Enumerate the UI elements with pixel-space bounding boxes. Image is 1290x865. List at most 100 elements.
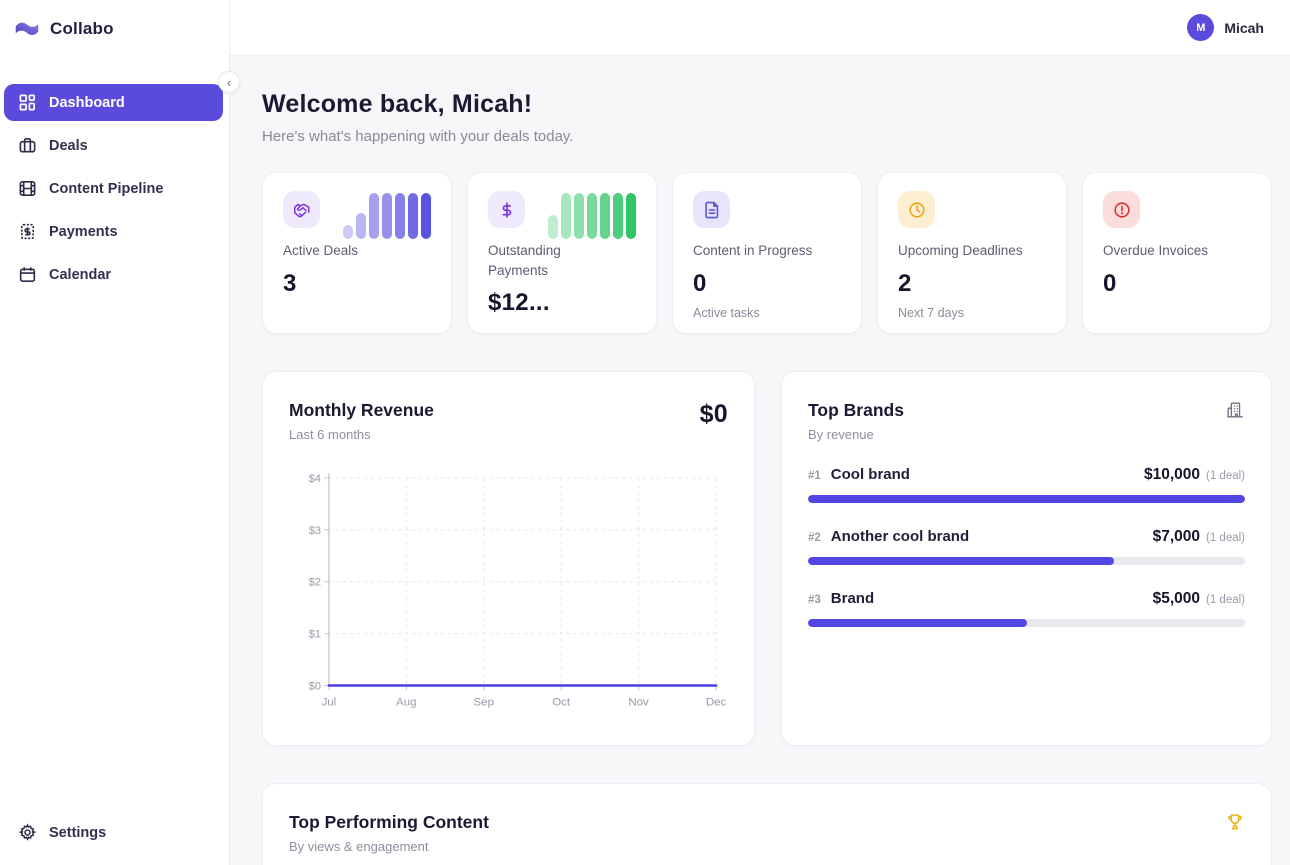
sidebar-item-label: Payments — [49, 224, 118, 240]
brand-name: Brand — [831, 590, 874, 607]
brand-rank: #3 — [808, 594, 821, 606]
sidebar-item-calendar[interactable]: Calendar — [4, 256, 223, 293]
svg-text:$1: $1 — [309, 629, 321, 641]
stat-card-active-deals: Active Deals 3 — [262, 172, 452, 334]
sidebar-item-label: Calendar — [49, 267, 111, 283]
top-brands-list: #1 Cool brand $10,000 (1 deal) — [808, 466, 1245, 627]
sidebar-item-settings[interactable]: Settings — [4, 814, 223, 851]
stat-value: $12... — [488, 289, 636, 317]
top-brands-card: Top Brands By revenue — [781, 371, 1272, 746]
dashboard-content: Welcome back, Micah! Here's what's happe… — [230, 56, 1290, 865]
brand-logo: Collabo — [0, 0, 229, 56]
main-area: M Micah Welcome back, Micah! Here's what… — [230, 0, 1290, 865]
sidebar-collapse-button[interactable]: ‹ — [218, 71, 240, 93]
user-name[interactable]: Micah — [1224, 20, 1264, 36]
brand-value: $7,000 — [1153, 528, 1200, 546]
calendar-icon — [18, 265, 37, 284]
active-deals-sparkline — [343, 193, 431, 239]
sidebar-footer: Settings — [0, 814, 229, 865]
brand-value: $5,000 — [1153, 590, 1200, 608]
svg-text:$2: $2 — [309, 577, 321, 589]
building-icon — [1225, 400, 1245, 425]
brand-name: Collabo — [50, 19, 114, 39]
stat-label: Outstanding Payments — [488, 241, 572, 280]
top-content-subtitle: By views & engagement — [289, 839, 489, 854]
svg-text:Aug: Aug — [396, 696, 416, 708]
sidebar-item-dashboard[interactable]: Dashboard — [4, 84, 223, 121]
alert-circle-icon — [1103, 191, 1140, 228]
brand-row: #1 Cool brand $10,000 (1 deal) — [808, 466, 1245, 503]
brand-progress-fill — [808, 557, 1114, 565]
svg-text:$4: $4 — [309, 473, 321, 485]
revenue-subtitle: Last 6 months — [289, 427, 434, 442]
stats-row: Active Deals 3 Outstanding Payments $12.… — [262, 172, 1272, 334]
monthly-revenue-card: Monthly Revenue Last 6 months $0 $0 $1 $2 $… — [262, 371, 755, 746]
sidebar-item-payments[interactable]: Payments — [4, 213, 223, 250]
brand-row: #3 Brand $5,000 (1 deal) — [808, 590, 1245, 627]
stat-card-content-in-progress: Content in Progress 0 Active tasks — [672, 172, 862, 334]
stat-subtitle: Next 7 days — [898, 306, 1046, 320]
brand-progress-fill — [808, 619, 1027, 627]
brand-deal-count: (1 deal) — [1206, 532, 1245, 544]
brand-progress-track — [808, 495, 1245, 503]
stat-card-overdue-invoices: Overdue Invoices 0 — [1082, 172, 1272, 334]
trophy-icon — [1225, 812, 1245, 837]
stat-subtitle: Active tasks — [693, 306, 841, 320]
receipt-dollar-icon — [18, 222, 37, 241]
stat-value: 0 — [1103, 270, 1251, 298]
brand-rank: #1 — [808, 470, 821, 482]
gear-icon — [18, 823, 37, 842]
document-icon — [693, 191, 730, 228]
page-title: Welcome back, Micah! — [262, 90, 1272, 119]
brand-name: Another cool brand — [831, 528, 969, 545]
svg-text:$3: $3 — [309, 525, 321, 537]
brand-deal-count: (1 deal) — [1206, 594, 1245, 606]
brand-progress-track — [808, 619, 1245, 627]
briefcase-icon — [18, 136, 37, 155]
stat-value: 2 — [898, 270, 1046, 298]
sidebar-nav: Dashboard Deals Content Pipeline — [0, 56, 229, 293]
stat-card-upcoming-deadlines: Upcoming Deadlines 2 Next 7 days — [877, 172, 1067, 334]
svg-text:Dec: Dec — [706, 696, 727, 708]
app-root: Collabo Dashboard Deals — [0, 0, 1290, 865]
revenue-chart: $0$1$2$3$4JulAugSepOctNovDec — [289, 464, 728, 715]
top-brands-title: Top Brands — [808, 400, 904, 421]
sidebar-item-label: Dashboard — [49, 95, 125, 111]
svg-text:$0: $0 — [309, 680, 321, 692]
brand-row: #2 Another cool brand $7,000 (1 deal) — [808, 528, 1245, 565]
brand-name: Cool brand — [831, 466, 910, 483]
svg-text:Sep: Sep — [474, 696, 494, 708]
revenue-total: $0 — [700, 400, 728, 429]
stat-label: Content in Progress — [693, 241, 841, 261]
top-brands-subtitle: By revenue — [808, 427, 904, 442]
revenue-chart-svg: $0$1$2$3$4JulAugSepOctNovDec — [289, 464, 728, 715]
brand-progress-fill — [808, 495, 1245, 503]
chevron-left-icon: ‹ — [227, 76, 231, 89]
stat-label: Overdue Invoices — [1103, 241, 1251, 261]
brand-progress-track — [808, 557, 1245, 565]
collabo-flag-icon — [14, 18, 40, 40]
stat-value: 0 — [693, 270, 841, 298]
sidebar-item-label: Content Pipeline — [49, 181, 163, 197]
handshake-icon — [283, 191, 320, 228]
sidebar-item-deals[interactable]: Deals — [4, 127, 223, 164]
brand-deal-count: (1 deal) — [1206, 470, 1245, 482]
svg-text:Nov: Nov — [628, 696, 649, 708]
brand-value: $10,000 — [1144, 466, 1200, 484]
top-content-title: Top Performing Content — [289, 812, 489, 833]
outstanding-payments-sparkline — [548, 193, 636, 239]
stat-label: Active Deals — [283, 241, 367, 261]
page-subtitle: Here's what's happening with your deals … — [262, 128, 1272, 145]
sidebar: Collabo Dashboard Deals — [0, 0, 230, 865]
brand-rank: #2 — [808, 532, 821, 544]
sidebar-item-label: Settings — [49, 825, 106, 841]
dashboard-grid-icon — [18, 93, 37, 112]
avatar[interactable]: M — [1187, 14, 1214, 41]
topbar: M Micah — [230, 0, 1290, 56]
stat-card-outstanding-payments: Outstanding Payments $12... — [467, 172, 657, 334]
revenue-title: Monthly Revenue — [289, 400, 434, 421]
sidebar-item-content-pipeline[interactable]: Content Pipeline — [4, 170, 223, 207]
charts-row: Monthly Revenue Last 6 months $0 $0 $1 $2 $… — [262, 371, 1272, 746]
stat-label: Upcoming Deadlines — [898, 241, 1046, 261]
stat-value: 3 — [283, 270, 431, 298]
